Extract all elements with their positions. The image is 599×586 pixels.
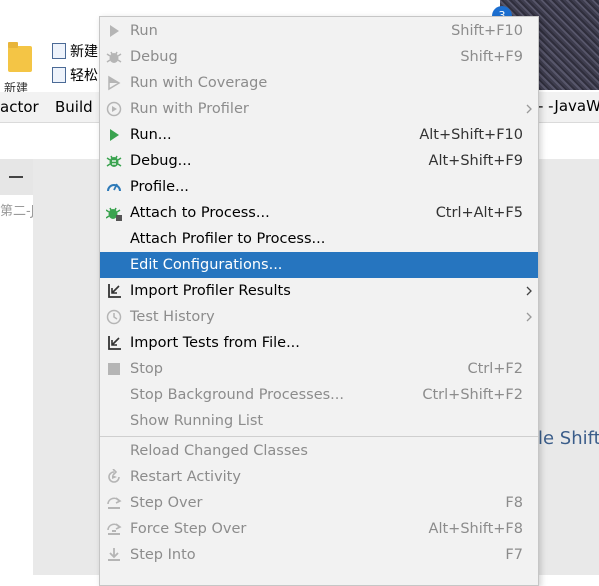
profiler-icon bbox=[106, 101, 122, 117]
step-over-icon bbox=[107, 497, 122, 509]
menu-item-shortcut: Ctrl+Alt+F5 bbox=[435, 205, 523, 221]
force-step-over-icon bbox=[107, 523, 122, 535]
menu-item-stop[interactable]: Stop Ctrl+F2 bbox=[100, 356, 538, 382]
menu-item-force-step-over[interactable]: Force Step Over Alt+Shift+F8 bbox=[100, 516, 538, 542]
menu-item-label: Step Into bbox=[130, 547, 196, 563]
folder-icon[interactable] bbox=[8, 42, 32, 72]
menu-item-shortcut: F8 bbox=[505, 495, 523, 511]
menu-item-label: Stop Background Processes... bbox=[130, 387, 344, 403]
menu-item-label: Profile... bbox=[130, 179, 189, 195]
menu-item-label: Step Over bbox=[130, 495, 203, 511]
step-into-icon bbox=[108, 548, 120, 561]
run-icon bbox=[110, 129, 119, 141]
menu-item-run-with-coverage[interactable]: Run with Coverage bbox=[100, 70, 538, 96]
minimize-icon[interactable] bbox=[9, 176, 23, 178]
import-icon bbox=[108, 336, 121, 350]
menu-item-run[interactable]: Run Shift+F10 bbox=[100, 18, 538, 44]
import-icon bbox=[108, 284, 121, 298]
project-panel bbox=[0, 159, 33, 575]
menu-item-label: Run... bbox=[130, 127, 172, 143]
menu-refactor[interactable]: actor bbox=[0, 98, 39, 116]
history-clock-icon bbox=[106, 309, 122, 325]
menu-item-debug[interactable]: Debug Shift+F9 bbox=[100, 44, 538, 70]
ribbon-easy-label: 轻松 bbox=[70, 68, 98, 84]
menu-item-label: Test History bbox=[130, 309, 215, 325]
menu-item-label: Show Running List bbox=[130, 413, 264, 429]
ribbon-easy-button[interactable]: 轻松 bbox=[52, 64, 98, 86]
menu-item-label: Edit Configurations... bbox=[130, 257, 283, 273]
debug-icon bbox=[106, 155, 122, 167]
menu-item-label: Restart Activity bbox=[130, 469, 241, 485]
menu-item-label: Run with Profiler bbox=[130, 101, 249, 117]
menu-item-shortcut: Shift+F9 bbox=[460, 49, 523, 65]
menu-item-shortcut: F7 bbox=[505, 547, 523, 563]
folder-label: 新建 bbox=[4, 82, 29, 92]
project-title: - -JavaWe bbox=[538, 97, 599, 115]
menu-item-debug-dialog[interactable]: Debug... Alt+Shift+F9 bbox=[100, 148, 538, 174]
restart-activity-icon bbox=[108, 469, 120, 483]
menu-item-attach-profiler[interactable]: Attach Profiler to Process... bbox=[100, 226, 538, 252]
menu-item-label: Run with Coverage bbox=[130, 75, 268, 91]
coverage-icon bbox=[108, 75, 121, 91]
menu-item-label: Debug bbox=[130, 49, 178, 65]
menu-item-label: Debug... bbox=[130, 153, 192, 169]
ribbon-new-label: 新建 bbox=[70, 44, 98, 60]
menu-item-shortcut: Shift+F10 bbox=[451, 23, 523, 39]
menu-item-label: Attach Profiler to Process... bbox=[130, 231, 326, 247]
menu-item-run-with-profiler[interactable]: Run with Profiler bbox=[100, 96, 538, 122]
menu-item-label: Import Profiler Results bbox=[130, 283, 291, 299]
menu-item-label: Stop bbox=[130, 361, 163, 377]
menu-item-test-history[interactable]: Test History bbox=[100, 304, 538, 330]
menu-item-import-tests[interactable]: Import Tests from File... bbox=[100, 330, 538, 356]
chevron-right-icon bbox=[526, 104, 532, 114]
attach-debug-icon bbox=[106, 207, 122, 221]
menu-item-step-over[interactable]: Step Over F8 bbox=[100, 490, 538, 516]
menu-item-label: Import Tests from File... bbox=[130, 335, 300, 351]
menu-item-edit-configurations[interactable]: Edit Configurations... bbox=[100, 252, 538, 278]
menu-item-shortcut: Alt+Shift+F9 bbox=[428, 153, 523, 169]
chevron-right-icon bbox=[526, 286, 532, 296]
menu-item-import-profiler-results[interactable]: Import Profiler Results bbox=[100, 278, 538, 304]
menu-item-attach-to-process[interactable]: Attach to Process... Ctrl+Alt+F5 bbox=[100, 200, 538, 226]
menu-item-label: Attach to Process... bbox=[130, 205, 270, 221]
profile-gauge-icon bbox=[107, 183, 121, 192]
menu-item-shortcut: Alt+Shift+F10 bbox=[419, 127, 523, 143]
menu-item-shortcut: Alt+Shift+F8 bbox=[428, 521, 523, 537]
ribbon-new-button[interactable]: 新建 bbox=[52, 40, 98, 62]
menu-item-stop-background[interactable]: Stop Background Processes... Ctrl+Shift+… bbox=[100, 382, 538, 408]
debug-icon bbox=[106, 51, 122, 63]
menu-item-label: Reload Changed Classes bbox=[130, 443, 308, 459]
menu-item-run-dialog[interactable]: Run... Alt+Shift+F10 bbox=[100, 122, 538, 148]
menu-item-profile[interactable]: Profile... bbox=[100, 174, 538, 200]
menu-item-reload-changed-classes[interactable]: Reload Changed Classes bbox=[100, 438, 538, 464]
menu-item-show-running-list[interactable]: Show Running List bbox=[100, 408, 538, 434]
new-doc-icon bbox=[52, 43, 66, 59]
menu-build[interactable]: Build bbox=[55, 98, 93, 116]
menu-item-shortcut: Ctrl+Shift+F2 bbox=[422, 387, 523, 403]
easy-doc-icon bbox=[52, 67, 66, 83]
menu-item-restart-activity[interactable]: Restart Activity bbox=[100, 464, 538, 490]
menu-item-shortcut: Ctrl+F2 bbox=[467, 361, 523, 377]
run-icon bbox=[110, 25, 119, 37]
menu-item-step-into[interactable]: Step Into F7 bbox=[100, 542, 538, 568]
editor-hint: le Shift bbox=[538, 428, 599, 449]
stop-icon bbox=[108, 363, 120, 375]
menu-separator bbox=[100, 436, 538, 437]
menu-item-label: Run bbox=[130, 23, 158, 39]
chevron-right-icon bbox=[526, 312, 532, 322]
run-menu-popup: Run Shift+F10 Debug Shift+F9 Run with Co… bbox=[99, 16, 539, 586]
menu-item-label: Force Step Over bbox=[130, 521, 247, 537]
